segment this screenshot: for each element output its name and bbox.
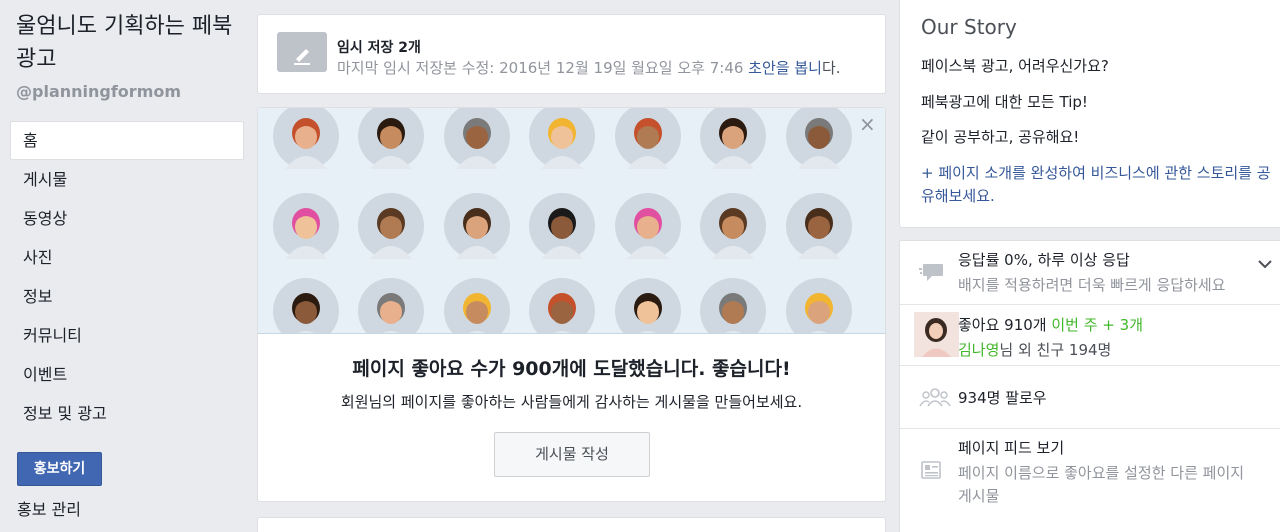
likes-row[interactable]: 좋아요 910개 이번 주 + 3개 김나영님 외 친구 194명 <box>900 306 1280 366</box>
story-title: Our Story <box>921 15 1017 39</box>
nav-item-events[interactable]: 이벤트 <box>10 355 244 394</box>
face-avatar-icon <box>700 278 766 333</box>
pencil-icon <box>277 32 327 72</box>
faces-illustration <box>258 108 885 334</box>
response-rate-text: 응답률 0%, 하루 이상 응답 <box>958 251 1130 269</box>
face-avatar-icon <box>615 278 681 333</box>
nav-item-info-and-ads[interactable]: 정보 및 광고 <box>10 394 244 433</box>
left-sidebar: 울엄니도 기획하는 페북광고 @planningformom 홈 게시물 동영상… <box>0 0 250 532</box>
page-feed-desc-2: 게시물 <box>958 487 1000 505</box>
nav-item-photos[interactable]: 사진 <box>10 238 244 277</box>
our-story-card: Our Story 페이스북 광고, 어려우신가요? 페북광고에 대한 모든 T… <box>899 0 1280 228</box>
draft-title: 임시 저장 2개 <box>337 40 421 56</box>
face-avatar-icon <box>529 193 595 259</box>
chevron-down-icon[interactable] <box>1257 255 1273 274</box>
face-avatar-icon <box>786 278 852 333</box>
promote-button[interactable]: 홍보하기 <box>17 452 102 486</box>
face-avatar-icon <box>358 193 424 259</box>
view-drafts-link[interactable]: 초안을 봅니 <box>748 59 822 77</box>
face-avatar-icon <box>273 108 339 169</box>
likes-count-text: 좋아요 910개 <box>958 316 1052 334</box>
milestone-title: 페이지 좋아요 수가 900개에 도달했습니다. 좋습니다! <box>352 358 791 380</box>
followers-count: 934명 팔로우 <box>958 389 1047 407</box>
page-feed-desc: 페이지 이름으로 좋아요를 설정한 다른 페이지 <box>958 464 1245 482</box>
page-feed-row[interactable]: 페이지 피드 보기 페이지 이름으로 좋아요를 설정한 다른 페이지 게시물 <box>900 430 1280 510</box>
face-avatar-icon <box>444 108 510 169</box>
page-nav: 홈 게시물 동영상 사진 정보 커뮤니티 이벤트 정보 및 광고 <box>10 121 244 433</box>
message-icon <box>919 261 945 287</box>
response-rate-row[interactable]: 응답률 0%, 하루 이상 응답 배지를 적용하려면 더욱 빠르게 응답하세요 <box>900 241 1280 305</box>
followers-row[interactable]: 934명 팔로우 <box>900 367 1280 429</box>
likes-count: 좋아요 910개 이번 주 + 3개 <box>958 314 1143 335</box>
story-line: 페북광고에 대한 모든 Tip! <box>921 93 1088 111</box>
face-avatar-icon <box>358 108 424 169</box>
face-avatar-icon <box>529 108 595 169</box>
face-avatar-icon <box>700 108 766 169</box>
avatar[interactable] <box>914 312 959 357</box>
feed-icon <box>919 460 943 484</box>
create-post-button[interactable]: 게시물 작성 <box>494 432 650 477</box>
response-rate-hint: 배지를 적용하려면 더욱 빠르게 응답하세요 <box>958 276 1226 294</box>
story-line: 페이스북 광고, 어려우신가요? <box>921 57 1109 75</box>
nav-item-about[interactable]: 정보 <box>10 277 244 316</box>
complete-about-link[interactable]: + 페이지 소개를 완성하여 비즈니스에 관한 스토리를 공유해보세요. <box>921 162 1271 208</box>
page-handle[interactable]: @planningformom <box>16 82 181 101</box>
page-feed-title: 페이지 피드 보기 <box>958 439 1065 457</box>
friend-likes-rest: 님 외 친구 194명 <box>999 341 1112 359</box>
face-avatar-icon <box>273 193 339 259</box>
milestone-subtitle: 회원님의 페이지를 좋아하는 사람들에게 감사하는 게시물을 만들어보세요. <box>340 393 803 411</box>
page-stats-card: 응답률 0%, 하루 이상 응답 배지를 적용하려면 더욱 빠르게 응답하세요 … <box>899 240 1280 532</box>
nav-item-posts[interactable]: 게시물 <box>10 160 244 199</box>
draft-meta-text: 마지막 임시 저장본 수정: 2016년 12월 19일 월요일 오후 7:46 <box>337 59 749 77</box>
nav-item-home[interactable]: 홈 <box>10 121 244 160</box>
draft-meta-tail: 다. <box>821 59 841 77</box>
likes-this-week: 이번 주 + 3개 <box>1051 316 1143 334</box>
face-avatar-icon <box>615 193 681 259</box>
friend-likes: 김나영님 외 친구 194명 <box>958 339 1111 360</box>
face-avatar-icon <box>786 108 852 169</box>
friend-name-link[interactable]: 김나영 <box>958 341 999 359</box>
face-avatar-icon <box>700 193 766 259</box>
close-icon[interactable]: × <box>859 112 876 136</box>
nav-item-videos[interactable]: 동영상 <box>10 199 244 238</box>
face-avatar-icon <box>444 278 510 333</box>
nav-item-community[interactable]: 커뮤니티 <box>10 316 244 355</box>
face-avatar-icon <box>615 108 681 169</box>
page-name[interactable]: 울엄니도 기획하는 페북광고 <box>16 10 246 76</box>
people-icon <box>919 386 951 412</box>
face-avatar-icon <box>786 193 852 259</box>
promote-manage-link[interactable]: 홍보 관리 <box>17 496 81 520</box>
face-avatar-icon <box>444 193 510 259</box>
next-card <box>257 517 886 532</box>
draft-meta: 마지막 임시 저장본 수정: 2016년 12월 19일 월요일 오후 7:46… <box>337 57 841 78</box>
story-line: 같이 공부하고, 공유해요! <box>921 128 1080 146</box>
face-avatar-icon <box>273 278 339 333</box>
face-avatar-icon <box>529 278 595 333</box>
face-avatar-icon <box>358 278 424 333</box>
draft-card: 임시 저장 2개 마지막 임시 저장본 수정: 2016년 12월 19일 월요… <box>257 14 886 94</box>
milestone-card: × 페이지 좋아요 수가 900개에 도달했습니다. 좋습니다! 회원님의 페이… <box>257 107 886 502</box>
